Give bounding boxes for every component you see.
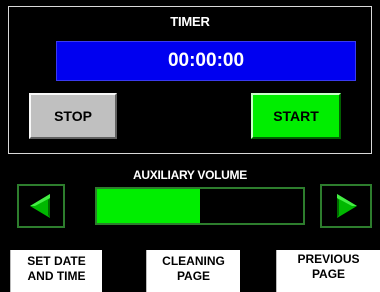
volume-increase-button[interactable]: [320, 184, 372, 228]
previous-label-line1: PREVIOUS: [297, 252, 360, 266]
volume-level-fill: [97, 189, 200, 223]
triangle-left-icon: [30, 194, 50, 218]
auxiliary-volume-title: AUXILIARY VOLUME: [133, 168, 247, 182]
set-date-and-time-button[interactable]: SET DATE AND TIME: [10, 250, 102, 292]
timer-display: 00:00:00: [56, 41, 356, 81]
triangle-right-icon: [337, 194, 357, 218]
set-date-label-line1: SET DATE: [27, 254, 86, 268]
previous-page-button[interactable]: PREVIOUS PAGE: [276, 250, 380, 292]
cleaning-label-line1: CLEANING: [162, 254, 225, 268]
volume-decrease-button[interactable]: [17, 184, 65, 228]
cleaning-page-button[interactable]: CLEANING PAGE: [146, 250, 240, 292]
stop-button[interactable]: STOP: [29, 93, 117, 139]
cleaning-label-line2: PAGE: [176, 269, 211, 283]
previous-label-line2: PAGE: [311, 267, 346, 281]
set-date-label-line2: AND TIME: [27, 269, 86, 283]
start-button[interactable]: START: [251, 93, 341, 139]
timer-title: TIMER: [170, 14, 210, 29]
volume-level-bar[interactable]: [95, 187, 305, 225]
